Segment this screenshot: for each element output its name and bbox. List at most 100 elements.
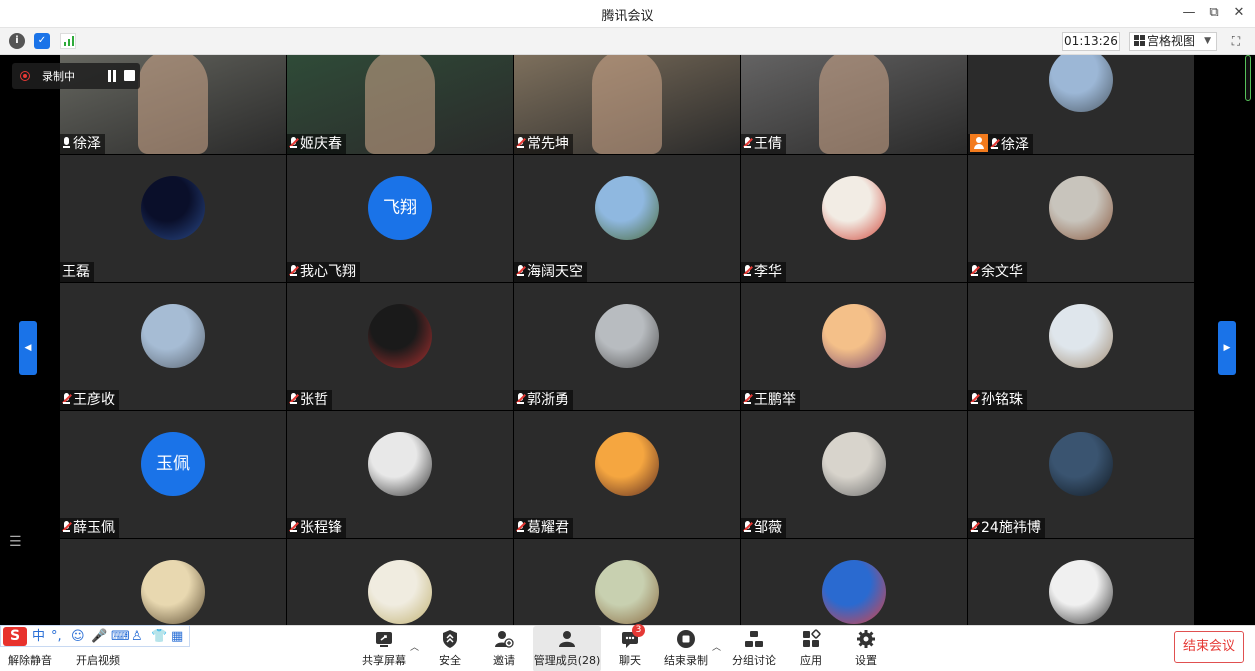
signal-icon[interactable] [60, 33, 76, 49]
participant-tile[interactable]: 张程锋 [287, 411, 513, 538]
participant-tile[interactable]: 常先坤 [514, 55, 740, 154]
prev-page-button[interactable]: ◀ [19, 321, 37, 375]
end-recording-button[interactable]: 结束录制 [660, 626, 712, 671]
participant-tile[interactable] [514, 539, 740, 625]
restore-button[interactable]: ⧉ [1203, 5, 1225, 20]
share-screen-button[interactable]: 共享屏幕 [358, 626, 410, 671]
participant-tile[interactable]: 李华 [741, 155, 967, 282]
participant-name: 我心飞翔 [300, 264, 356, 280]
share-options-caret[interactable]: ︿ [410, 640, 419, 653]
participant-avatar [1049, 55, 1113, 112]
stop-recording-icon [677, 630, 695, 648]
breakout-icon [745, 631, 763, 647]
participant-name: 王彦收 [73, 392, 115, 408]
chat-button[interactable]: 3 聊天 [612, 624, 648, 671]
recording-indicator: 录制中 [12, 63, 140, 89]
participant-tile[interactable]: 飞翔 我心飞翔 [287, 155, 513, 282]
fullscreen-button[interactable]: ⛶ [1228, 33, 1244, 49]
participant-name: 王磊 [62, 264, 90, 280]
participant-name: 薛玉佩 [73, 520, 115, 536]
meeting-timer: 01:13:26 [1062, 32, 1120, 51]
participant-tile[interactable]: 张哲 [287, 283, 513, 410]
participant-tile[interactable] [60, 539, 286, 625]
participant-avatar [822, 304, 886, 368]
participant-avatar [1049, 176, 1113, 240]
participant-tile[interactable]: 徐泽 [968, 55, 1194, 154]
security-button[interactable]: 安全 [430, 626, 470, 671]
share-screen-label: 共享屏幕 [362, 654, 406, 667]
close-button[interactable]: ✕ [1228, 5, 1250, 20]
participant-tile[interactable] [968, 539, 1194, 625]
participant-name: 徐泽 [73, 136, 101, 152]
participant-tile[interactable]: 孙铭珠 [968, 283, 1194, 410]
ime-voice-icon[interactable]: 🎤 [91, 627, 107, 646]
mic-muted-icon [289, 521, 299, 534]
participant-tile[interactable]: 王鹏举 [741, 283, 967, 410]
info-icon[interactable]: i [9, 33, 25, 49]
ime-user-icon[interactable]: ♙ [131, 627, 143, 646]
ime-punctuation[interactable]: °, [51, 627, 62, 646]
settings-label: 设置 [855, 654, 877, 667]
mic-icon [62, 137, 71, 150]
breakout-rooms-label: 分组讨论 [732, 654, 776, 667]
participant-tile[interactable] [287, 539, 513, 625]
settings-button[interactable]: 设置 [846, 626, 886, 671]
participant-tile[interactable]: 王倩 [741, 55, 967, 154]
breakout-rooms-button[interactable]: 分组讨论 [728, 626, 780, 671]
participant-tile[interactable]: 王彦收 [60, 283, 286, 410]
members-icon [559, 631, 575, 647]
participant-avatar [368, 560, 432, 624]
participant-avatar [595, 176, 659, 240]
pause-recording-button[interactable] [106, 70, 118, 82]
participant-name: 姬庆春 [300, 136, 342, 152]
participant-name-tag: 徐泽 [968, 134, 1033, 154]
participant-tile[interactable]: 郭浙勇 [514, 283, 740, 410]
participant-tile[interactable] [741, 539, 967, 625]
participant-tile[interactable]: 余文华 [968, 155, 1194, 282]
participant-tile[interactable]: 姬庆春 [287, 55, 513, 154]
stop-recording-button[interactable] [124, 70, 135, 81]
participant-name: 郭浙勇 [527, 392, 569, 408]
next-page-button[interactable]: ▶ [1218, 321, 1236, 375]
participant-tile[interactable]: 24施祎博 [968, 411, 1194, 538]
participant-grid: 徐泽 姬庆春 常先坤 王倩 徐泽 王磊 飞翔 我心飞翔 海阔天空 李华 余文华 王彦收 张哲 郭浙勇 王鹏举… [60, 55, 1195, 625]
sogou-ime-logo[interactable]: S [3, 627, 27, 646]
invite-button[interactable]: 邀请 [484, 626, 524, 671]
apps-button[interactable]: 应用 [791, 626, 831, 671]
ime-chinese-mode[interactable]: 中 [32, 627, 45, 646]
participant-tile[interactable]: 邹薇 [741, 411, 967, 538]
ime-toolbox-icon[interactable]: ▦ [171, 627, 183, 646]
participant-name-tag: 葛耀君 [514, 518, 573, 538]
scrollbar[interactable] [1245, 55, 1251, 101]
participant-name: 张程锋 [300, 520, 342, 536]
ime-skin-icon[interactable]: 👕 [151, 627, 167, 646]
participant-name-tag: 海阔天空 [514, 262, 587, 282]
participant-avatar [368, 432, 432, 496]
tencent-meeting-window: 腾讯会议 — ⧉ ✕ i ✓ 01:13:26 宫格视图 ▼ ⛶ 徐泽 姬庆春 常先… [0, 0, 1255, 671]
ime-keyboard-icon[interactable]: ⌨ [111, 627, 130, 646]
view-mode-dropdown[interactable]: 宫格视图 ▼ [1129, 32, 1217, 51]
participant-name-tag: 张程锋 [287, 518, 346, 538]
list-icon[interactable]: ☰ [9, 535, 25, 549]
participant-name: 葛耀君 [527, 520, 569, 536]
add-user-icon [495, 631, 514, 648]
participant-name-tag: 邹薇 [741, 518, 786, 538]
security-label: 安全 [439, 654, 461, 667]
end-meeting-button[interactable]: 结束会议 [1174, 631, 1244, 663]
participant-tile[interactable]: 王磊 [60, 155, 286, 282]
participant-tile[interactable]: 海阔天空 [514, 155, 740, 282]
recording-options-caret[interactable]: ︿ [712, 640, 721, 653]
participant-figure [138, 55, 208, 154]
mic-muted-icon [516, 137, 526, 150]
manage-members-button[interactable]: 管理成员(28) [533, 626, 601, 671]
mic-muted-icon [516, 521, 526, 534]
participant-tile[interactable]: 玉佩 薛玉佩 [60, 411, 286, 538]
participant-name: 余文华 [981, 264, 1023, 280]
security-shield-icon[interactable]: ✓ [34, 33, 50, 49]
ime-emoji-icon[interactable]: ☺ [71, 627, 85, 646]
minimize-button[interactable]: — [1178, 5, 1200, 20]
participant-avatar [141, 304, 205, 368]
share-screen-icon [376, 632, 392, 647]
participant-tile[interactable]: 葛耀君 [514, 411, 740, 538]
participant-avatar [141, 176, 205, 240]
